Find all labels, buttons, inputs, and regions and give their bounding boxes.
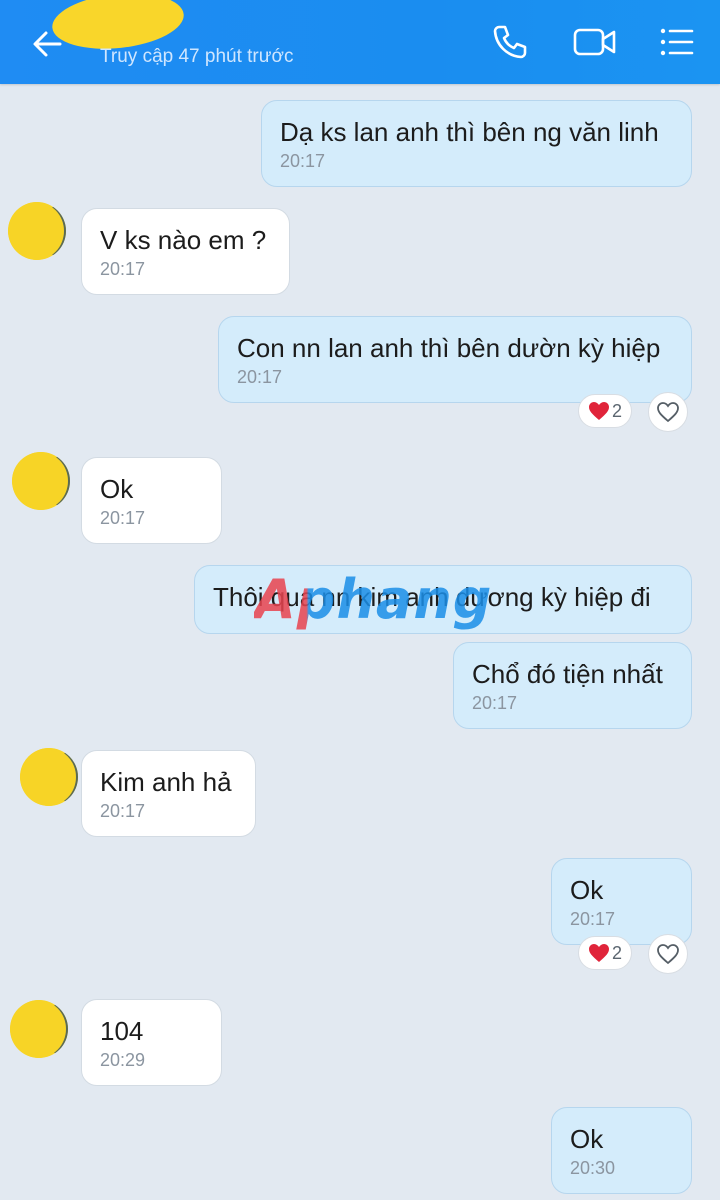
react-button[interactable]	[648, 934, 688, 974]
menu-icon	[660, 28, 694, 56]
chat-header: Truy cập 47 phút trước	[0, 0, 720, 84]
message-text: Con nn lan anh thì bên dườn kỳ hiệp	[237, 333, 661, 363]
message-bubble-outgoing[interactable]: Dạ ks lan anh thì bên ng văn linh 20:17	[261, 100, 692, 187]
message-bubble-incoming[interactable]: Ok 20:17	[81, 457, 222, 544]
voice-call-button[interactable]	[490, 22, 530, 62]
video-call-icon	[573, 28, 616, 56]
message-time: 20:30	[570, 1158, 616, 1178]
heart-outline-icon	[657, 402, 679, 423]
message-time: 20:17	[100, 801, 146, 821]
message-text: Ok	[570, 875, 604, 905]
message-text: Kim anh hả	[100, 767, 232, 797]
reaction-summary[interactable]: 2	[578, 936, 632, 970]
message-text: V ks nào em ?	[100, 225, 267, 255]
message-bubble-incoming[interactable]: 104 20:29	[81, 999, 222, 1086]
heart-outline-icon	[657, 944, 679, 965]
message-bubble-outgoing[interactable]: Con nn lan anh thì bên dườn kỳ hiệp 20:1…	[218, 316, 692, 403]
video-call-button[interactable]	[572, 22, 618, 62]
message-bubble-outgoing[interactable]: Chổ đó tiện nhất 20:17	[453, 642, 692, 729]
message-bubble-outgoing[interactable]: Ok 20:17	[551, 858, 692, 945]
heart-icon	[588, 944, 609, 962]
message-time: 20:17	[100, 259, 146, 279]
avatar-redaction	[8, 202, 64, 260]
avatar-redaction	[20, 748, 76, 806]
avatar-redaction	[12, 452, 68, 510]
message-bubble-incoming[interactable]: Kim anh hả 20:17	[81, 750, 256, 837]
last-seen-status: Truy cập 47 phút trước	[100, 46, 294, 67]
message-time: 20:17	[570, 909, 616, 929]
message-text: Dạ ks lan anh thì bên ng văn linh	[280, 117, 659, 147]
watermark: Aphang	[254, 568, 493, 631]
message-time: 20:17	[237, 367, 283, 387]
message-text: Chổ đó tiện nhất	[472, 659, 663, 689]
avatar-redaction	[10, 1000, 66, 1058]
heart-icon	[588, 402, 609, 420]
message-time: 20:17	[280, 151, 326, 171]
message-time: 20:17	[472, 693, 518, 713]
reaction-count: 2	[611, 942, 622, 963]
message-bubble-outgoing[interactable]: Ok 20:30	[551, 1107, 692, 1194]
message-text: 104	[100, 1016, 144, 1046]
reaction-summary[interactable]: 2	[578, 394, 632, 428]
message-text: Ok	[570, 1124, 604, 1154]
react-button[interactable]	[648, 392, 688, 432]
phone-icon	[493, 25, 527, 59]
reaction-count: 2	[611, 400, 622, 421]
message-bubble-incoming[interactable]: V ks nào em ? 20:17	[81, 208, 290, 295]
message-time: 20:29	[100, 1050, 146, 1070]
chat-menu-button[interactable]	[656, 22, 696, 62]
contact-avatar[interactable]	[10, 1000, 68, 1058]
contact-avatar[interactable]	[20, 748, 78, 806]
contact-avatar[interactable]	[12, 452, 70, 510]
message-text: Ok	[100, 474, 134, 504]
message-time: 20:17	[100, 508, 146, 528]
contact-avatar[interactable]	[8, 202, 66, 260]
